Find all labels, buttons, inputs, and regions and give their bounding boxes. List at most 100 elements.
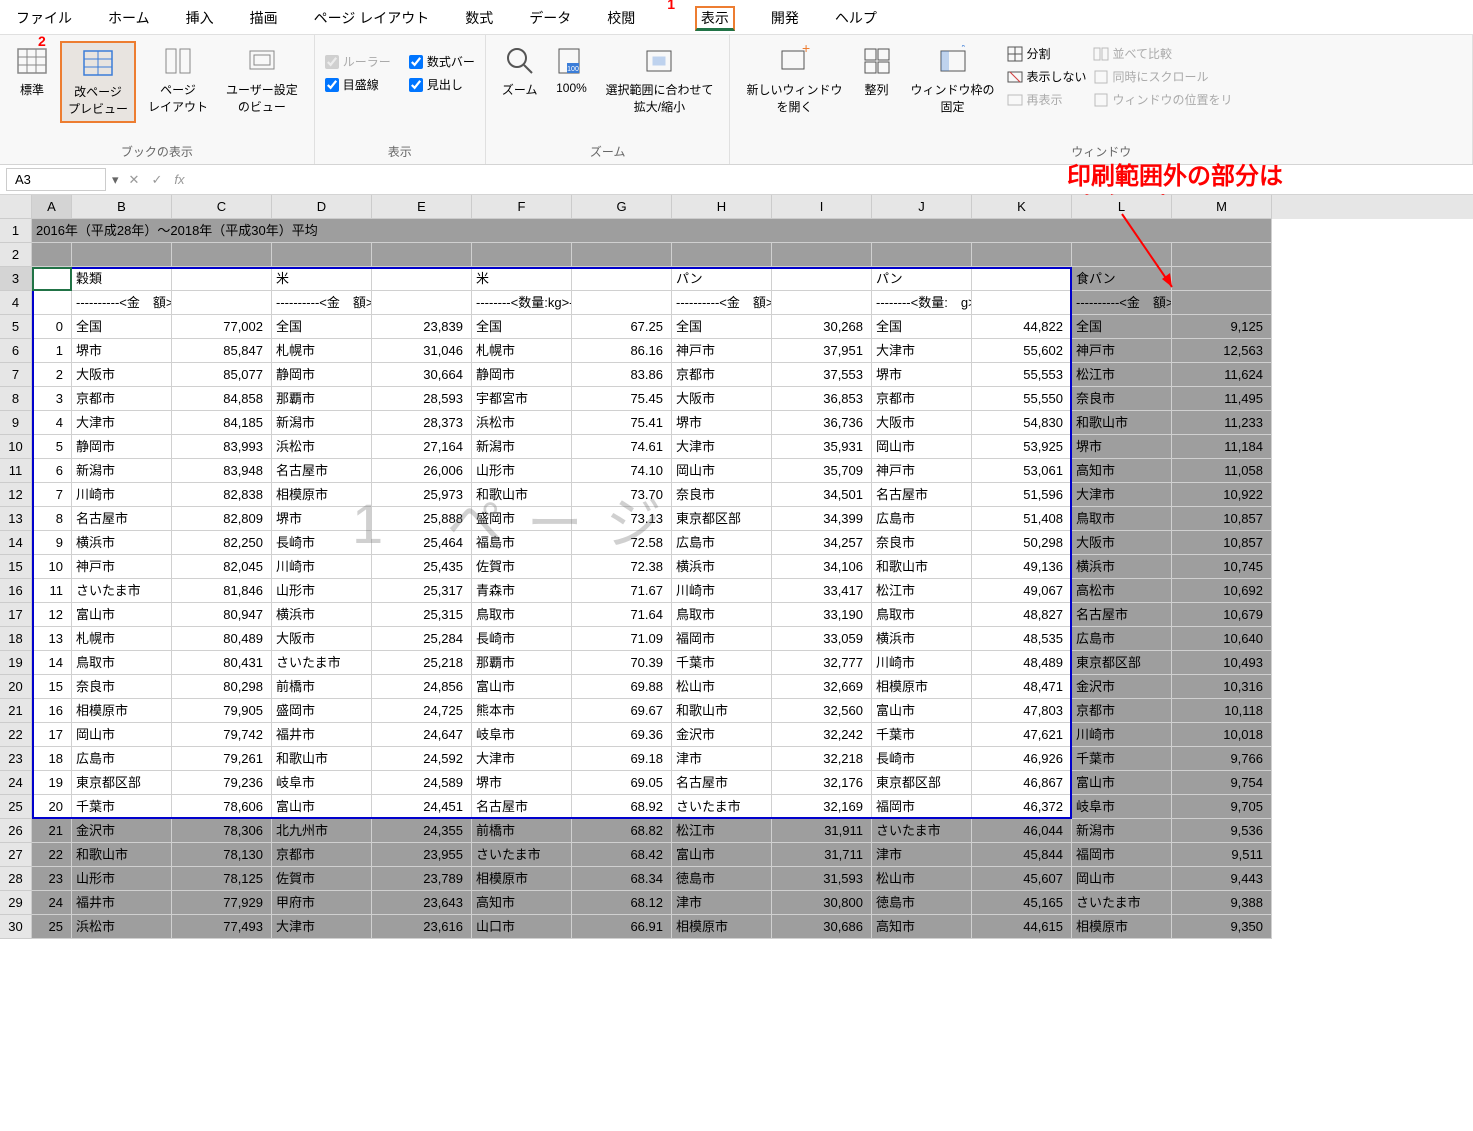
view-normal-button[interactable]: 標準 — [10, 41, 54, 102]
cell[interactable] — [172, 243, 272, 267]
cell[interactable]: 48,535 — [972, 627, 1072, 651]
cell[interactable]: 82,250 — [172, 531, 272, 555]
cell[interactable]: 高知市 — [472, 891, 572, 915]
cell[interactable]: 46,867 — [972, 771, 1072, 795]
cell[interactable]: 甲府市 — [272, 891, 372, 915]
cell[interactable]: 23,955 — [372, 843, 472, 867]
cell[interactable]: 25,284 — [372, 627, 472, 651]
cell[interactable]: 15 — [32, 675, 72, 699]
cell[interactable]: 80,431 — [172, 651, 272, 675]
cell[interactable]: 川崎市 — [672, 579, 772, 603]
cell[interactable]: 50,298 — [972, 531, 1072, 555]
cell[interactable]: 岐阜市 — [1072, 795, 1172, 819]
zoom-100-button[interactable]: 100 100% — [549, 41, 593, 99]
cell[interactable]: 和歌山市 — [272, 747, 372, 771]
cell[interactable]: 札幌市 — [72, 627, 172, 651]
cell[interactable]: 32,669 — [772, 675, 872, 699]
cell[interactable]: 福岡市 — [672, 627, 772, 651]
cell[interactable]: 44,822 — [972, 315, 1072, 339]
row-header-14[interactable]: 14 — [0, 531, 32, 555]
cell[interactable]: 73.70 — [572, 483, 672, 507]
cell[interactable]: 10,679 — [1172, 603, 1272, 627]
cell[interactable]: 宇都宮市 — [472, 387, 572, 411]
cell[interactable]: 富山市 — [672, 843, 772, 867]
column-header-M[interactable]: M — [1172, 195, 1272, 219]
cell[interactable] — [172, 267, 272, 291]
cell[interactable]: 10,118 — [1172, 699, 1272, 723]
select-all-corner[interactable] — [0, 195, 32, 219]
cell[interactable]: 堺市 — [872, 363, 972, 387]
cell[interactable]: 鳥取市 — [1072, 507, 1172, 531]
cell[interactable]: 富山市 — [1072, 771, 1172, 795]
column-header-I[interactable]: I — [772, 195, 872, 219]
cell[interactable]: 福島市 — [472, 531, 572, 555]
cell[interactable]: 82,045 — [172, 555, 272, 579]
cell[interactable]: 富山市 — [72, 603, 172, 627]
cell[interactable]: 79,905 — [172, 699, 272, 723]
row-header-27[interactable]: 27 — [0, 843, 32, 867]
cell[interactable]: 48,827 — [972, 603, 1072, 627]
row-header-4[interactable]: 4 — [0, 291, 32, 315]
cell[interactable]: 30,800 — [772, 891, 872, 915]
cell[interactable]: 46,926 — [972, 747, 1072, 771]
cell[interactable]: 22 — [32, 843, 72, 867]
cell[interactable]: 33,190 — [772, 603, 872, 627]
cell[interactable]: 福岡市 — [872, 795, 972, 819]
cell[interactable]: 68.12 — [572, 891, 672, 915]
row-header-5[interactable]: 5 — [0, 315, 32, 339]
cell[interactable]: 79,742 — [172, 723, 272, 747]
cell[interactable]: 10,640 — [1172, 627, 1272, 651]
cell[interactable]: 72.58 — [572, 531, 672, 555]
cell[interactable]: 富山市 — [272, 795, 372, 819]
cell[interactable]: 奈良市 — [72, 675, 172, 699]
cell[interactable]: 松江市 — [872, 579, 972, 603]
cancel-icon[interactable]: ✕ — [129, 172, 140, 188]
cell[interactable]: 奈良市 — [672, 483, 772, 507]
cell[interactable]: 30,686 — [772, 915, 872, 939]
cell[interactable]: 盛岡市 — [472, 507, 572, 531]
cell[interactable]: パン — [872, 267, 972, 291]
cell[interactable]: 穀類 — [72, 267, 172, 291]
cell[interactable]: 津市 — [672, 747, 772, 771]
cell[interactable]: 34,257 — [772, 531, 872, 555]
cell[interactable] — [32, 243, 72, 267]
cell[interactable]: 35,709 — [772, 459, 872, 483]
cell[interactable]: 84,185 — [172, 411, 272, 435]
cell[interactable]: 32,176 — [772, 771, 872, 795]
cell[interactable]: 51,596 — [972, 483, 1072, 507]
cell[interactable]: 大津市 — [472, 747, 572, 771]
cell[interactable]: 9,511 — [1172, 843, 1272, 867]
cell[interactable]: 新潟市 — [272, 411, 372, 435]
cell[interactable]: 長崎市 — [472, 627, 572, 651]
cell[interactable]: 36,853 — [772, 387, 872, 411]
cell[interactable] — [772, 291, 872, 315]
cell[interactable]: 25,888 — [372, 507, 472, 531]
cell[interactable] — [672, 243, 772, 267]
cell[interactable]: 10,745 — [1172, 555, 1272, 579]
cell[interactable]: 京都市 — [72, 387, 172, 411]
cell[interactable]: 46,372 — [972, 795, 1072, 819]
cell[interactable]: 横浜市 — [272, 603, 372, 627]
cell[interactable]: 23,839 — [372, 315, 472, 339]
cell[interactable]: 和歌山市 — [1072, 411, 1172, 435]
cell[interactable]: 37,553 — [772, 363, 872, 387]
cell[interactable]: 68.92 — [572, 795, 672, 819]
cell[interactable]: 長崎市 — [272, 531, 372, 555]
cell[interactable]: 10,857 — [1172, 531, 1272, 555]
cell[interactable]: 32,218 — [772, 747, 872, 771]
cell[interactable]: 10,857 — [1172, 507, 1272, 531]
cell[interactable]: 福井市 — [72, 891, 172, 915]
cell[interactable]: 9,754 — [1172, 771, 1272, 795]
cell[interactable]: 青森市 — [472, 579, 572, 603]
cell[interactable]: 16 — [32, 699, 72, 723]
cell[interactable]: 京都市 — [672, 363, 772, 387]
cell[interactable]: 24 — [32, 891, 72, 915]
cell[interactable]: 山形市 — [72, 867, 172, 891]
cell[interactable]: 72.38 — [572, 555, 672, 579]
cell[interactable]: 75.45 — [572, 387, 672, 411]
cell[interactable]: 23 — [32, 867, 72, 891]
cell[interactable]: 全国 — [1072, 315, 1172, 339]
cell[interactable]: 34,106 — [772, 555, 872, 579]
unhide-button[interactable]: 再表示 — [1007, 91, 1087, 108]
cell[interactable]: 京都市 — [872, 387, 972, 411]
